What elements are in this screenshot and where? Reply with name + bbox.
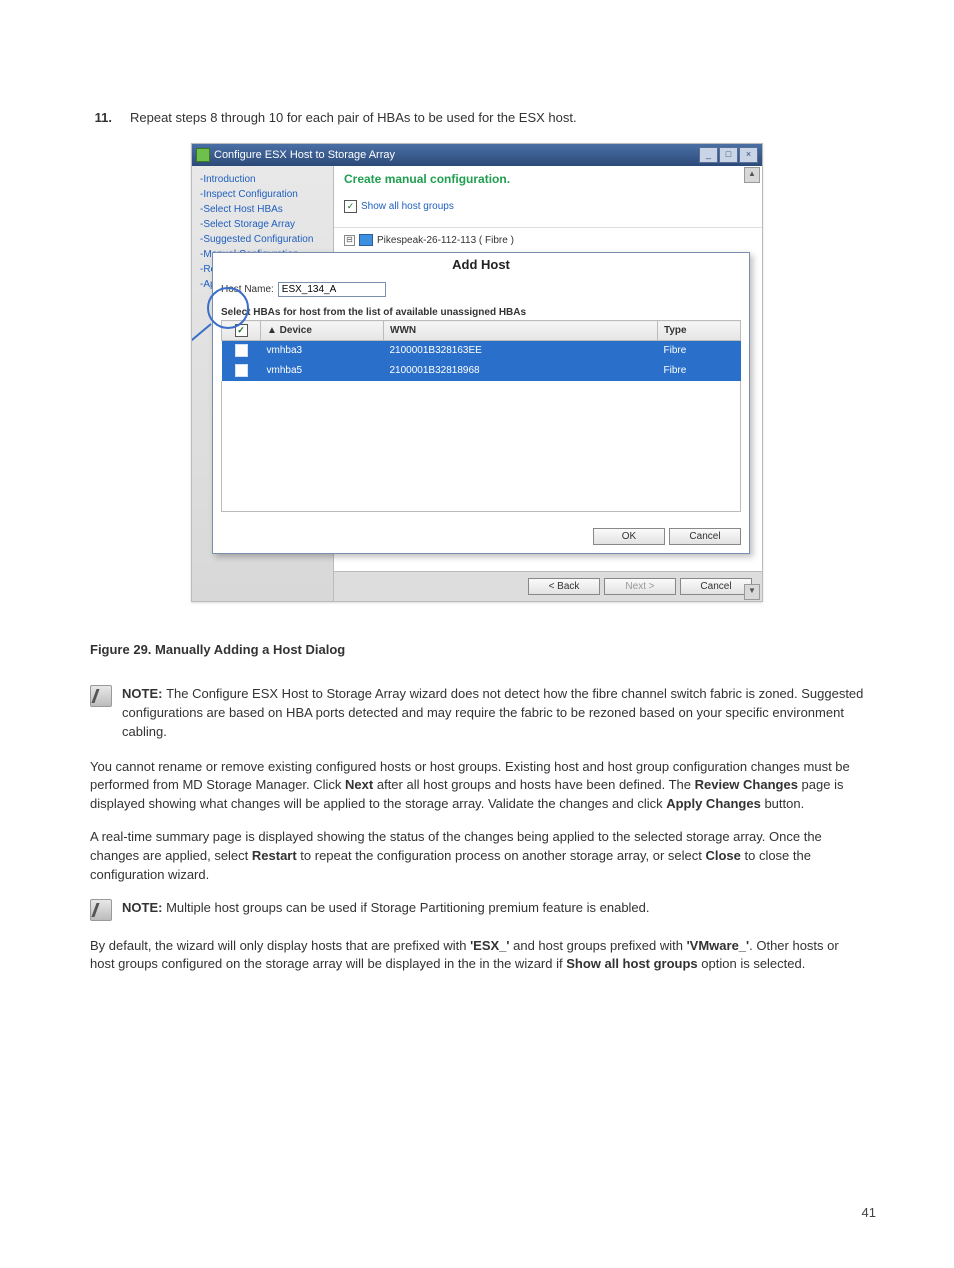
note-lead: NOTE:	[122, 686, 166, 701]
select-all-checkbox[interactable]: ✓	[235, 324, 248, 337]
step-text: Repeat steps 8 through 10 for each pair …	[130, 110, 577, 125]
close-button[interactable]: ×	[739, 147, 758, 163]
col-device[interactable]: ▲ Device	[261, 321, 384, 341]
cell-wwn: 2100001B32818968	[384, 361, 658, 381]
window-title: Configure ESX Host to Storage Array	[214, 149, 395, 161]
maximize-button[interactable]: □	[719, 147, 738, 163]
row-checkbox[interactable]: ✓	[235, 364, 248, 377]
cell-type: Fibre	[658, 361, 741, 381]
table-row[interactable]: ✓ vmhba5 2100001B32818968 Fibre	[222, 361, 741, 381]
cell-device: vmhba5	[261, 361, 384, 381]
hostname-label: Host Name:	[221, 284, 274, 295]
figure-caption: Figure 29. Manually Adding a Host Dialog	[90, 642, 864, 657]
note-block: NOTE: The Configure ESX Host to Storage …	[90, 685, 864, 742]
cancel-button[interactable]: Cancel	[669, 528, 741, 545]
body-paragraph: You cannot rename or remove existing con…	[90, 758, 864, 815]
next-button[interactable]: Next >	[604, 578, 676, 595]
row-checkbox[interactable]: ✓	[235, 344, 248, 357]
nav-item[interactable]: -Select Storage Array	[200, 217, 325, 232]
nav-item[interactable]: -Suggested Configuration	[200, 232, 325, 247]
note-body: Multiple host groups can be used if Stor…	[166, 900, 649, 915]
figure-screenshot: Configure ESX Host to Storage Array _ □ …	[191, 143, 763, 602]
note-icon	[90, 899, 112, 921]
wizard-heading: Create manual configuration.	[344, 172, 510, 186]
nav-item[interactable]: -Select Host HBAs	[200, 202, 325, 217]
ok-button[interactable]: OK	[593, 528, 665, 545]
col-type[interactable]: Type	[658, 321, 741, 341]
window-titlebar: Configure ESX Host to Storage Array _ □ …	[192, 144, 762, 166]
scroll-down-icon[interactable]: ▼	[744, 584, 760, 600]
body-paragraph: A real-time summary page is displayed sh…	[90, 828, 864, 885]
note-icon	[90, 685, 112, 707]
show-all-label: Show all host groups	[361, 201, 454, 212]
dialog-instruction: Select HBAs for host from the list of av…	[221, 307, 741, 318]
app-icon	[196, 148, 210, 162]
scroll-up-icon[interactable]: ▲	[744, 167, 760, 183]
wizard-cancel-button[interactable]: Cancel	[680, 578, 752, 595]
back-button[interactable]: < Back	[528, 578, 600, 595]
cell-wwn: 2100001B328163EE	[384, 341, 658, 361]
note-body: The Configure ESX Host to Storage Array …	[122, 686, 863, 739]
step-number: 11.	[90, 110, 112, 125]
page-number: 41	[862, 1205, 876, 1220]
minimize-button[interactable]: _	[699, 147, 718, 163]
col-wwn[interactable]: WWN	[384, 321, 658, 341]
table-row[interactable]: ✓ vmhba3 2100001B328163EE Fibre	[222, 341, 741, 361]
tree-expander-icon[interactable]: ⊟	[344, 235, 355, 246]
tree-node-label[interactable]: Pikespeak-26-112-113 ( Fibre )	[377, 235, 514, 246]
note-lead: NOTE:	[122, 900, 166, 915]
cell-type: Fibre	[658, 341, 741, 361]
note-block: NOTE: Multiple host groups can be used i…	[90, 899, 864, 921]
add-host-dialog: Add Host Host Name: Select HBAs for host…	[212, 252, 750, 554]
hba-table: ✓ ▲ Device WWN Type ✓ vmhba3 2100001B328…	[221, 320, 741, 381]
show-all-checkbox[interactable]: ✓	[344, 200, 357, 213]
nav-item[interactable]: -Introduction	[200, 172, 325, 187]
host-group-icon	[359, 234, 373, 246]
table-empty-area	[221, 381, 741, 512]
cell-device: vmhba3	[261, 341, 384, 361]
dialog-title: Add Host	[213, 253, 749, 280]
hostname-input[interactable]	[278, 282, 386, 297]
body-paragraph: By default, the wizard will only display…	[90, 937, 864, 975]
nav-item[interactable]: -Inspect Configuration	[200, 187, 325, 202]
